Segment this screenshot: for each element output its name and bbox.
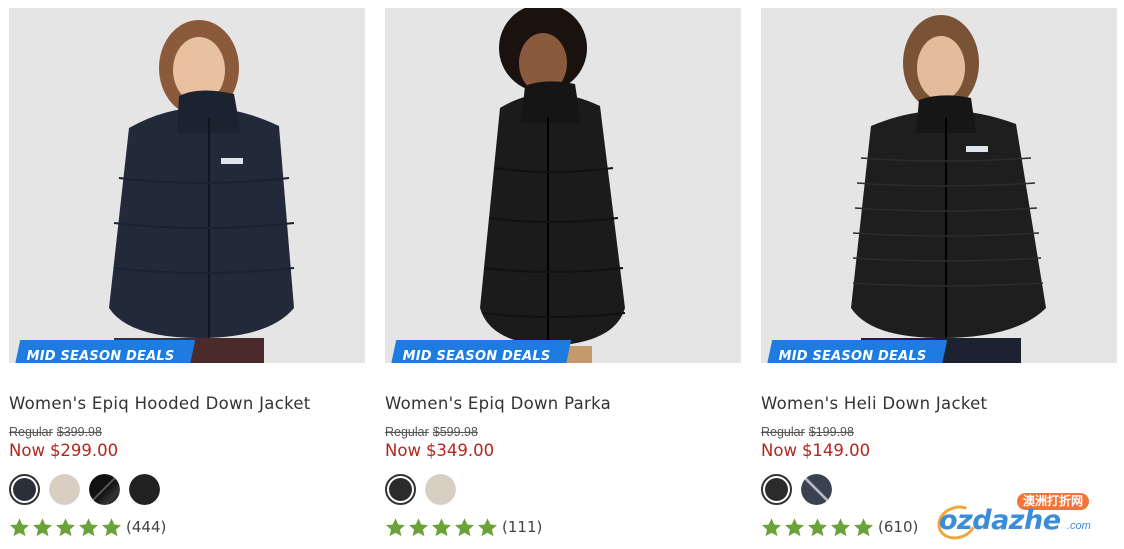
deal-badge-label: MID SEASON DEALS bbox=[402, 349, 551, 363]
product-title[interactable]: Women's Epiq Down Parka bbox=[385, 394, 611, 413]
product-grid: MID SEASON DEALS Women's Epiq Hooded Dow… bbox=[0, 0, 1124, 549]
deal-badge-label: MID SEASON DEALS bbox=[26, 349, 175, 363]
review-count: (111) bbox=[502, 518, 543, 536]
review-count: (610) bbox=[878, 518, 919, 536]
star-icon bbox=[808, 517, 827, 536]
color-swatch-beige[interactable] bbox=[49, 474, 80, 505]
rating-stars bbox=[9, 517, 122, 538]
star-icon bbox=[785, 517, 804, 536]
rating-stars bbox=[761, 517, 874, 538]
sale-price-label: Now bbox=[385, 441, 421, 460]
color-swatches bbox=[761, 474, 832, 506]
sale-price-label: Now bbox=[9, 441, 45, 460]
regular-price-amount: $399.98 bbox=[56, 425, 102, 439]
deal-badge: MID SEASON DEALS bbox=[13, 340, 196, 363]
product-rating[interactable]: (111) bbox=[385, 516, 542, 538]
site-watermark: 澳洲打折网 ozdazhe .com bbox=[932, 493, 1117, 545]
regular-price-label: Regular bbox=[9, 425, 53, 439]
watermark-domain: .com bbox=[1067, 520, 1091, 532]
product-card[interactable]: MID SEASON DEALS Women's Epiq Hooded Dow… bbox=[9, 8, 365, 548]
sale-price-amount: $149.00 bbox=[801, 441, 871, 460]
product-title[interactable]: Women's Heli Down Jacket bbox=[761, 394, 987, 413]
product-photo bbox=[761, 8, 1117, 363]
regular-price-label: Regular bbox=[761, 425, 805, 439]
star-icon bbox=[432, 517, 451, 536]
product-image[interactable]: MID SEASON DEALS bbox=[9, 8, 365, 363]
regular-price-amount: $199.98 bbox=[808, 425, 854, 439]
star-icon bbox=[102, 517, 121, 536]
product-photo bbox=[9, 8, 365, 363]
star-icon bbox=[56, 517, 75, 536]
sale-price-amount: $349.00 bbox=[425, 441, 495, 460]
star-icon bbox=[10, 517, 29, 536]
color-swatch-black-pattern[interactable] bbox=[89, 474, 120, 505]
color-swatch-black[interactable] bbox=[385, 474, 416, 505]
deal-badge: MID SEASON DEALS bbox=[389, 340, 572, 363]
sale-price: Now $349.00 bbox=[385, 441, 494, 460]
regular-price: Regular $399.98 bbox=[9, 425, 102, 439]
star-icon bbox=[409, 517, 428, 536]
regular-price: Regular $599.98 bbox=[385, 425, 478, 439]
star-icon bbox=[386, 517, 405, 536]
color-swatches bbox=[9, 474, 160, 506]
sale-price: Now $299.00 bbox=[9, 441, 118, 460]
color-swatch-beige[interactable] bbox=[425, 474, 456, 505]
review-count: (444) bbox=[126, 518, 167, 536]
star-icon bbox=[478, 517, 497, 536]
star-icon bbox=[79, 517, 98, 536]
product-photo bbox=[385, 8, 741, 363]
product-image[interactable]: MID SEASON DEALS bbox=[761, 8, 1117, 363]
regular-price: Regular $199.98 bbox=[761, 425, 854, 439]
star-icon bbox=[831, 517, 850, 536]
star-icon bbox=[762, 517, 781, 536]
regular-price-amount: $599.98 bbox=[432, 425, 478, 439]
star-icon bbox=[455, 517, 474, 536]
color-swatch-navy[interactable] bbox=[9, 474, 40, 505]
color-swatch-black[interactable] bbox=[761, 474, 792, 505]
color-swatch-black[interactable] bbox=[129, 474, 160, 505]
product-card[interactable]: MID SEASON DEALS Women's Heli Down Jacke… bbox=[761, 8, 1117, 548]
sale-price-amount: $299.00 bbox=[49, 441, 119, 460]
color-swatch-charcoal-stripe[interactable] bbox=[801, 474, 832, 505]
product-image[interactable]: MID SEASON DEALS bbox=[385, 8, 741, 363]
rating-stars bbox=[385, 517, 498, 538]
color-swatches bbox=[385, 474, 456, 506]
sale-price: Now $149.00 bbox=[761, 441, 870, 460]
regular-price-label: Regular bbox=[385, 425, 429, 439]
sale-price-label: Now bbox=[761, 441, 797, 460]
product-card[interactable]: MID SEASON DEALS Women's Epiq Down Parka… bbox=[385, 8, 741, 548]
deal-badge-label: MID SEASON DEALS bbox=[778, 349, 927, 363]
product-rating[interactable]: (444) bbox=[9, 516, 166, 538]
deal-badge: MID SEASON DEALS bbox=[765, 340, 948, 363]
watermark-logo-text: ozdazhe bbox=[939, 505, 1061, 536]
product-rating[interactable]: (610) bbox=[761, 516, 918, 538]
star-icon bbox=[33, 517, 52, 536]
product-title[interactable]: Women's Epiq Hooded Down Jacket bbox=[9, 394, 311, 413]
star-icon bbox=[854, 517, 873, 536]
